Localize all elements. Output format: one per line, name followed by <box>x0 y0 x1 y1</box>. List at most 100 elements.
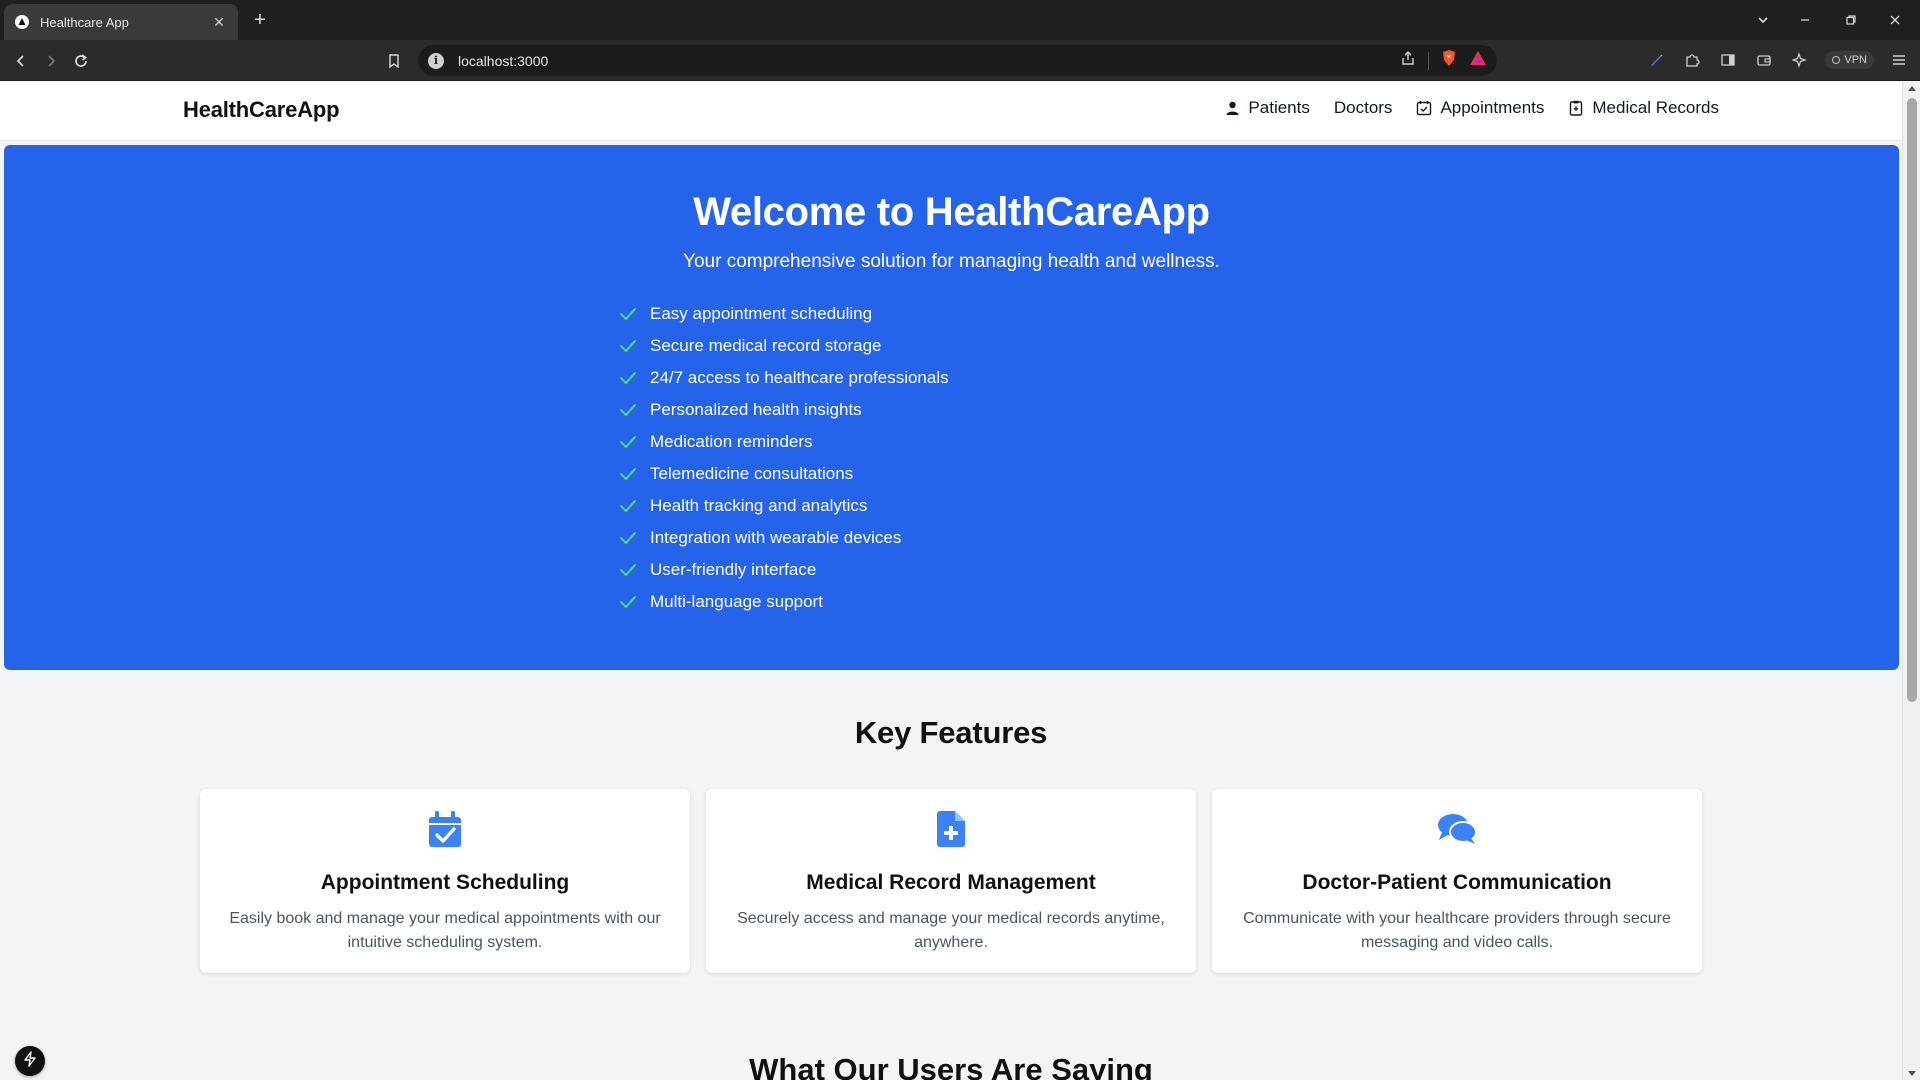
benefit-text: Medication reminders <box>650 432 813 451</box>
check-icon <box>618 368 638 388</box>
nav-label-medical-records: Medical Records <box>1592 98 1719 117</box>
features-heading: Key Features <box>854 715 1048 750</box>
feature-card-text: Easily book and manage your medical appo… <box>229 910 661 951</box>
check-icon <box>618 528 638 548</box>
benefit-item: Health tracking and analytics <box>618 490 949 522</box>
browser-toolbar: i localhost:3000 VPN <box>0 40 1920 81</box>
close-window-button[interactable] <box>1880 8 1910 32</box>
nav-label-patients: Patients <box>1248 98 1310 117</box>
nav-link-appointments[interactable]: Appointments <box>1416 98 1544 118</box>
site-header: HealthCareApp Patients Doctors Appointme… <box>0 82 1902 141</box>
chat-bubbles-icon <box>1212 809 1702 849</box>
nav-link-patients[interactable]: Patients <box>1224 98 1310 118</box>
benefit-text: 24/7 access to healthcare professionals <box>650 368 949 387</box>
sidebar-toggle-icon[interactable] <box>1717 49 1739 71</box>
site-info-icon[interactable]: i <box>428 52 444 69</box>
file-medical-icon <box>706 809 1196 849</box>
nav-link-medical-records[interactable]: Medical Records <box>1568 98 1719 118</box>
back-button[interactable] <box>8 48 34 74</box>
feature-card-title: Medical Record Management <box>806 871 1096 894</box>
brave-rewards-icon[interactable] <box>1469 50 1487 71</box>
feature-card-title: Doctor-Patient Communication <box>1302 871 1612 894</box>
feature-card-title: Appointment Scheduling <box>320 871 570 894</box>
nav-label-doctors: Doctors <box>1333 98 1393 117</box>
wallet-icon[interactable] <box>1753 49 1775 71</box>
vpn-label: VPN <box>1844 54 1867 66</box>
benefit-text: Personalized health insights <box>650 400 862 419</box>
benefit-item: Secure medical record storage <box>618 330 949 362</box>
share-icon[interactable] <box>1400 50 1416 71</box>
benefits-list: Easy appointment scheduling Secure medic… <box>618 298 949 618</box>
brand-logo[interactable]: HealthCareApp <box>183 97 340 123</box>
check-icon <box>618 400 638 420</box>
feature-card-communication: Doctor-Patient Communication Communicate… <box>1212 789 1702 973</box>
check-icon <box>618 592 638 612</box>
url-divider <box>1428 51 1429 70</box>
dev-tools-lightning-button[interactable] <box>15 1046 45 1076</box>
check-icon <box>618 560 638 580</box>
hero-section: Welcome to HealthCareApp Your comprehens… <box>4 145 1899 670</box>
benefit-item: Medication reminders <box>618 426 949 458</box>
benefit-item: Multi-language support <box>618 586 949 618</box>
check-icon <box>618 336 638 356</box>
close-tab-icon[interactable]: ✕ <box>210 13 228 31</box>
calendar-check-icon <box>200 809 690 849</box>
benefit-item: Integration with wearable devices <box>618 522 949 554</box>
address-bar[interactable]: i localhost:3000 <box>418 45 1497 76</box>
tab-title: Healthcare App <box>40 14 129 30</box>
testimonials-heading: What Our Users Are Saying <box>749 1052 1153 1080</box>
triangle-favicon-icon <box>14 14 30 30</box>
check-icon <box>618 432 638 452</box>
feature-card-medical-records: Medical Record Management Securely acces… <box>706 789 1196 973</box>
calendar-check-icon <box>1416 100 1432 116</box>
scrollbar-thumb[interactable] <box>1907 98 1917 702</box>
clipboard-icon <box>1568 100 1584 116</box>
reload-button[interactable] <box>68 48 94 74</box>
hero-subtitle: Your comprehensive solution for managing… <box>683 251 1220 272</box>
scroll-up-arrow-icon[interactable] <box>1908 86 1916 91</box>
benefit-text: Telemedicine consultations <box>650 464 854 483</box>
benefit-item: Personalized health insights <box>618 394 949 426</box>
menu-hamburger-icon[interactable] <box>1888 49 1910 71</box>
lightning-icon <box>23 1050 37 1072</box>
bookmark-icon[interactable] <box>382 49 406 73</box>
browser-tabbar: Healthcare App ✕ + <box>0 0 1920 40</box>
feature-card-text: Communicate with your healthcare provide… <box>1243 910 1671 951</box>
browser-tab[interactable]: Healthcare App ✕ <box>4 4 238 40</box>
page-scrollbar[interactable] <box>1902 82 1920 1080</box>
leo-ai-sparkle-icon[interactable] <box>1789 49 1811 71</box>
scroll-down-arrow-icon[interactable] <box>1908 1071 1916 1076</box>
benefit-text: Multi-language support <box>650 592 823 611</box>
nav-label-appointments: Appointments <box>1440 98 1545 117</box>
benefit-item: 24/7 access to healthcare professionals <box>618 362 949 394</box>
brave-shields-icon[interactable] <box>1441 49 1457 72</box>
benefit-text: Secure medical record storage <box>650 336 882 355</box>
feature-card-appointments: Appointment Scheduling Easily book and m… <box>200 789 690 973</box>
restore-window-button[interactable] <box>1836 8 1866 32</box>
check-icon <box>618 496 638 516</box>
extensions-puzzle-icon[interactable] <box>1681 49 1703 71</box>
benefit-text: Easy appointment scheduling <box>650 304 873 323</box>
benefit-item: Telemedicine consultations <box>618 458 949 490</box>
hero-title: Welcome to HealthCareApp <box>693 190 1210 234</box>
page-viewport: HealthCareApp Patients Doctors Appointme… <box>0 82 1902 1080</box>
benefit-text: User-friendly interface <box>650 560 817 579</box>
benefit-text: Health tracking and analytics <box>650 496 868 515</box>
check-icon <box>618 304 638 324</box>
minimize-window-button[interactable] <box>1790 8 1820 32</box>
benefit-item: User-friendly interface <box>618 554 949 586</box>
check-icon <box>618 464 638 484</box>
benefit-text: Integration with wearable devices <box>650 528 902 547</box>
feature-card-text: Securely access and manage your medical … <box>737 910 1165 951</box>
forward-button[interactable] <box>38 48 64 74</box>
vpn-button[interactable]: VPN <box>1825 51 1874 69</box>
nav-link-doctors[interactable]: Doctors <box>1334 98 1393 118</box>
new-tab-button[interactable]: + <box>248 8 272 32</box>
tab-list-chevron-icon[interactable] <box>1748 8 1778 32</box>
pen-extension-icon[interactable] <box>1645 49 1667 71</box>
main-nav: Patients Doctors Appointments Medical Re… <box>1224 98 1719 118</box>
vpn-status-icon <box>1832 56 1841 64</box>
url-text: localhost:3000 <box>458 52 549 69</box>
benefit-item: Easy appointment scheduling <box>618 298 949 330</box>
user-icon <box>1224 100 1240 116</box>
